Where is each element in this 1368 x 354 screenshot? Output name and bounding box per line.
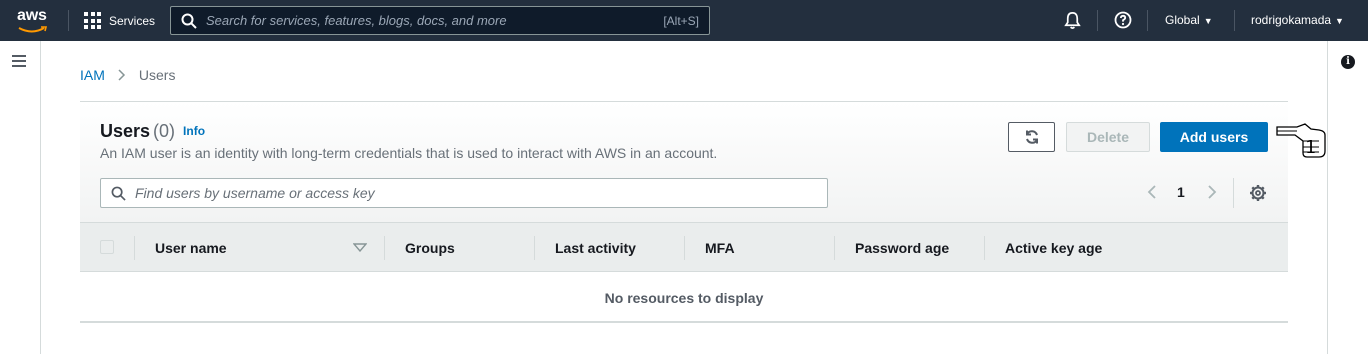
notifications-bell-icon[interactable]	[1063, 11, 1082, 30]
users-description: An IAM user is an identity with long-ter…	[100, 145, 718, 161]
account-menu[interactable]: rodrigokamada ▼	[1251, 13, 1344, 27]
search-shortcut-hint: [Alt+S]	[663, 13, 699, 28]
select-all-checkbox[interactable]	[100, 240, 114, 254]
table-header-row: User name Groups Last activity MFA Passw…	[80, 222, 1288, 272]
services-menu-button[interactable]: Services	[84, 11, 155, 30]
region-label: Global	[1165, 13, 1200, 27]
sort-descending-icon[interactable]	[353, 243, 367, 252]
breadcrumb-current: Users	[138, 67, 176, 83]
users-table-header: Users (0) Info An IAM user is an identity …	[80, 102, 1288, 222]
column-divider	[984, 236, 985, 260]
chevron-right-icon[interactable]	[1206, 184, 1218, 200]
user-filter-input[interactable]	[135, 185, 827, 201]
aws-logo-text: aws	[17, 7, 47, 24]
aws-logo[interactable]: aws	[14, 7, 54, 33]
region-selector[interactable]: Global ▼	[1165, 13, 1213, 27]
column-divider	[534, 236, 535, 260]
add-users-button[interactable]: Add users	[1160, 122, 1268, 152]
help-icon[interactable]	[1114, 11, 1132, 29]
column-groups[interactable]: Groups	[405, 240, 455, 256]
nav-divider	[1234, 10, 1235, 31]
page-number[interactable]: 1	[1177, 184, 1185, 200]
users-table-container: Users (0) Info An IAM user is an identity …	[80, 101, 1288, 323]
refresh-icon	[1025, 130, 1038, 144]
top-navigation-bar: aws Services [Alt+S] Global▼ rodrigokama…	[0, 0, 1368, 41]
column-mfa[interactable]: MFA	[705, 240, 735, 256]
nav-divider	[1147, 10, 1148, 31]
column-password-age[interactable]: Password age	[855, 240, 949, 256]
column-divider	[134, 236, 135, 260]
global-search-bar[interactable]: [Alt+S]	[170, 6, 710, 35]
global-search-input[interactable]	[206, 7, 664, 34]
chevron-left-icon[interactable]	[1146, 184, 1158, 200]
hamburger-menu-icon[interactable]	[12, 55, 26, 67]
info-icon[interactable]: i	[1341, 55, 1355, 69]
column-divider	[384, 236, 385, 260]
aws-smile-icon	[18, 26, 48, 33]
column-divider	[834, 236, 835, 260]
empty-state-message: No resources to display	[80, 273, 1288, 323]
search-icon	[181, 13, 197, 29]
services-label: Services	[109, 13, 156, 28]
user-filter[interactable]	[100, 178, 828, 208]
users-count: (0)	[153, 121, 176, 141]
grid-icon	[84, 12, 101, 29]
right-help-panel: i	[1327, 41, 1368, 354]
chevron-right-icon	[118, 69, 125, 81]
column-last-activity[interactable]: Last activity	[555, 240, 636, 256]
gear-icon[interactable]	[1249, 184, 1267, 202]
breadcrumb: IAM Users	[80, 67, 175, 83]
caret-down-icon: ▼	[1335, 16, 1344, 26]
refresh-button[interactable]	[1008, 122, 1055, 152]
delete-button[interactable]: Delete	[1066, 122, 1150, 152]
breadcrumb-iam-link[interactable]: IAM	[80, 67, 105, 83]
page-title: Users (0) Info	[100, 121, 205, 142]
pointing-hand-icon	[1276, 123, 1326, 158]
step-number-label: 1	[1305, 137, 1316, 158]
caret-down-icon: ▼	[1203, 16, 1213, 26]
column-user-name[interactable]: User name	[155, 240, 227, 256]
info-link[interactable]: Info	[183, 124, 205, 138]
column-divider	[684, 236, 685, 260]
nav-divider	[68, 10, 69, 31]
account-label: rodrigokamada	[1251, 13, 1332, 27]
title-text: Users	[100, 121, 151, 141]
pager-divider	[1233, 178, 1234, 208]
search-icon	[111, 186, 126, 201]
nav-divider	[1097, 10, 1098, 31]
column-active-key-age[interactable]: Active key age	[1005, 240, 1102, 256]
left-navigation-panel	[0, 41, 41, 354]
